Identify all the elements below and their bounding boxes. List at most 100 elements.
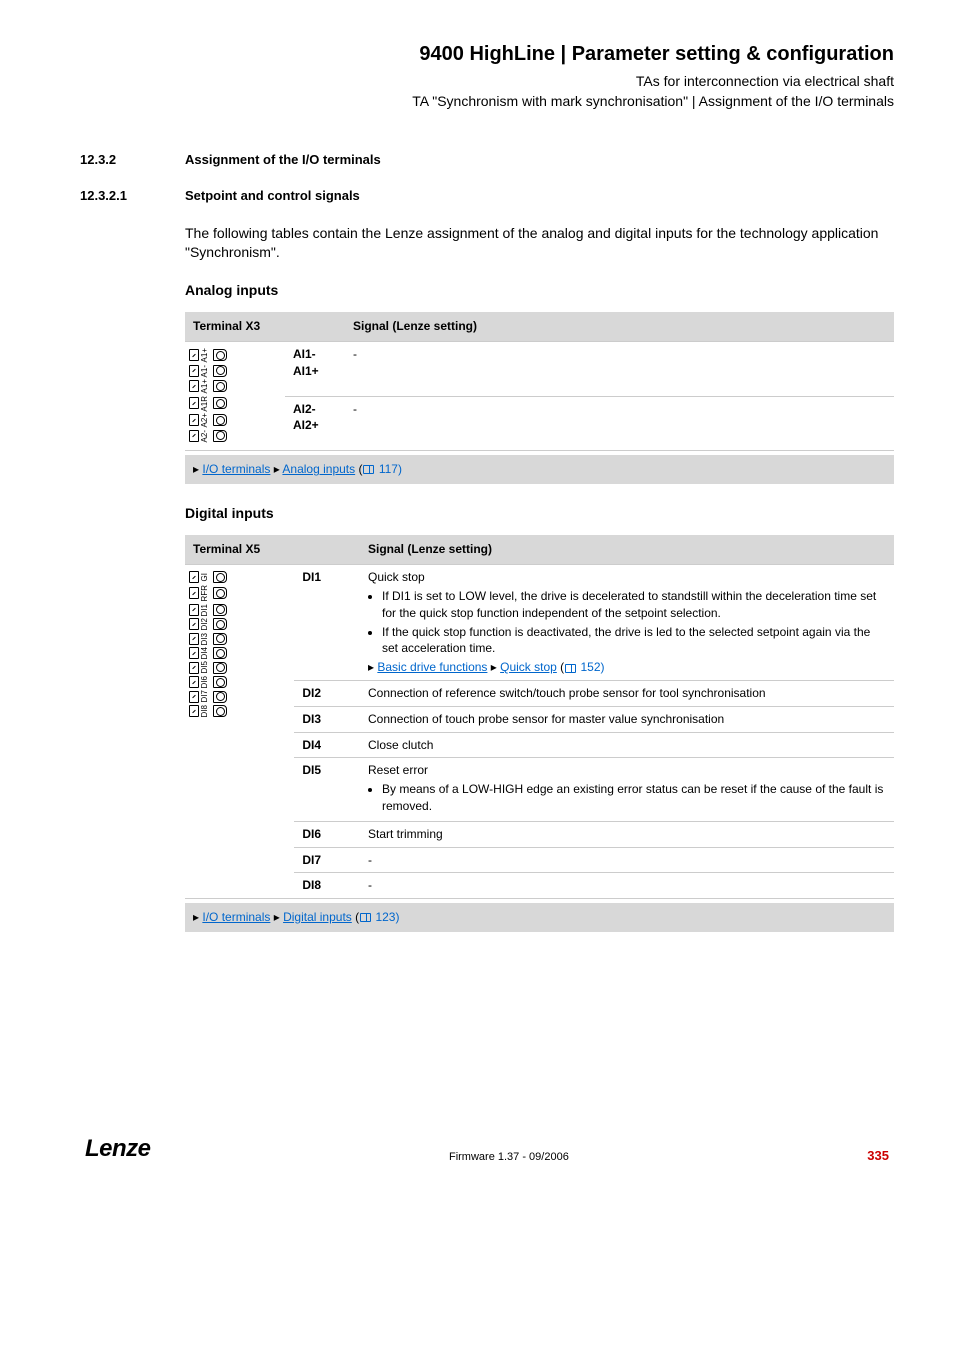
screw-icon [189, 571, 199, 583]
digital-row-signal: Close clutch [360, 732, 894, 758]
subsection-title: Setpoint and control signals [185, 187, 894, 205]
analog-row1-label: AI2-AI2+ [285, 396, 345, 450]
screw-icon [189, 618, 199, 630]
screw-icon [189, 380, 199, 392]
section-12-3-2: 12.3.2 Assignment of the I/O terminals [80, 151, 894, 169]
link-io-terminals-2[interactable]: I/O terminals [202, 910, 270, 924]
screw-icon [189, 662, 199, 674]
pin-label: DI7 [201, 690, 211, 702]
link-digital-inputs[interactable]: Digital inputs [283, 910, 352, 924]
digital-linkbar: ▸ I/O terminals ▸ Digital inputs ( 123) [185, 903, 894, 932]
digital-row-signal: Connection of touch probe sensor for mas… [360, 706, 894, 732]
pin-label: DI6 [201, 676, 211, 688]
firmware-text: Firmware 1.37 - 09/2006 [449, 1150, 569, 1165]
pin-label: DI4 [201, 647, 211, 659]
screw-icon [189, 587, 199, 599]
digital-row-signal: Start trimming [360, 821, 894, 847]
pin-label: DI2 [201, 618, 211, 630]
screw-icon [189, 414, 199, 426]
plug-icon [213, 365, 227, 377]
page-header: 9400 HighLine | Parameter setting & conf… [80, 40, 894, 111]
analog-inputs-table: Terminal X3 Signal (Lenze setting) A1+A1… [185, 312, 894, 451]
pin-label: DI8 [201, 705, 211, 717]
plug-icon [213, 414, 227, 426]
plug-icon [213, 571, 227, 583]
lenze-logo: Lenze [85, 1132, 151, 1166]
digital-inputs-table: Terminal X5 Signal (Lenze setting) GI RFR… [185, 535, 894, 899]
plug-icon [213, 430, 227, 442]
plug-icon [213, 604, 227, 616]
analog-row1-signal: - [345, 396, 894, 450]
digital-row-label: DI5 [294, 758, 360, 821]
screw-icon [189, 676, 199, 688]
terminal-x3-diagram: A1+A1-A1+A1RA2+A2- [185, 342, 285, 451]
digital-col2-header: Signal (Lenze setting) [360, 535, 894, 564]
digital-row-signal: Connection of reference switch/touch pro… [360, 680, 894, 706]
digital-col1-header: Terminal X5 [185, 535, 360, 564]
header-title: 9400 HighLine | Parameter setting & conf… [80, 40, 894, 68]
terminal-x5-diagram: GI RFR DI1 DI2 DI3 DI4 DI5 DI6 DI7 DI8 [185, 565, 294, 899]
book-icon [363, 465, 374, 474]
section-title: Assignment of the I/O terminals [185, 151, 894, 169]
book-icon [360, 913, 371, 922]
screw-icon [189, 349, 199, 361]
link-io-terminals[interactable]: I/O terminals [202, 462, 270, 476]
plug-icon [213, 633, 227, 645]
screw-icon [189, 633, 199, 645]
digital-row-signal: Quick stopIf DI1 is set to LOW level, th… [360, 565, 894, 681]
pin-label: DI1 [201, 604, 211, 616]
subsection-number: 12.3.2.1 [80, 187, 185, 205]
plug-icon [213, 647, 227, 659]
header-sub1: TAs for interconnection via electrical s… [80, 72, 894, 92]
plug-icon [213, 380, 227, 392]
plug-icon [213, 705, 227, 717]
plug-icon [213, 349, 227, 361]
analog-col1-header: Terminal X3 [185, 312, 345, 341]
digital-row-signal: Reset errorBy means of a LOW-HIGH edge a… [360, 758, 894, 821]
pin-label: GI [201, 573, 211, 581]
analog-inputs-heading: Analog inputs [185, 281, 894, 301]
pin-label: DI3 [201, 633, 211, 645]
pin-label: A2- [201, 430, 211, 442]
section-12-3-2-1: 12.3.2.1 Setpoint and control signals [80, 187, 894, 205]
analog-row0-label: AI1-AI1+ [285, 342, 345, 396]
plug-icon [213, 587, 227, 599]
screw-icon [189, 647, 199, 659]
link-analog-inputs[interactable]: Analog inputs [282, 462, 355, 476]
screw-icon [189, 691, 199, 703]
plug-icon [213, 397, 227, 409]
screw-icon [189, 397, 199, 409]
page-number: 335 [867, 1147, 889, 1165]
digital-row-signal: - [360, 873, 894, 899]
pin-label: A1- [201, 365, 211, 377]
pin-label: DI5 [201, 661, 211, 673]
analog-row0-signal: - [345, 342, 894, 396]
screw-icon [189, 705, 199, 717]
link-quick-stop[interactable]: Quick stop [500, 660, 557, 674]
digital-row-label: DI6 [294, 821, 360, 847]
page-footer: Lenze Firmware 1.37 - 09/2006 335 [80, 1132, 894, 1166]
plug-icon [213, 662, 227, 674]
section-number: 12.3.2 [80, 151, 185, 169]
digital-row-label: DI2 [294, 680, 360, 706]
digital-row-label: DI8 [294, 873, 360, 899]
intro-paragraph: The following tables contain the Lenze a… [185, 224, 894, 263]
pin-label: A2+ [201, 413, 211, 427]
digital-row-label: DI1 [294, 565, 360, 681]
screw-icon [189, 604, 199, 616]
plug-icon [213, 676, 227, 688]
header-sub2: TA "Synchronism with mark synchronisatio… [80, 92, 894, 112]
plug-icon [213, 691, 227, 703]
digital-row-label: DI7 [294, 847, 360, 873]
digital-row-label: DI3 [294, 706, 360, 732]
screw-icon [189, 430, 199, 442]
digital-inputs-heading: Digital inputs [185, 504, 894, 524]
pin-label: RFR [201, 585, 211, 601]
pin-label: A1+ [201, 348, 211, 362]
digital-row-signal: - [360, 847, 894, 873]
screw-icon [189, 365, 199, 377]
link-basic-drive[interactable]: Basic drive functions [377, 660, 487, 674]
pin-label: A1R [201, 396, 211, 412]
book-icon [565, 664, 576, 673]
digital-row-label: DI4 [294, 732, 360, 758]
